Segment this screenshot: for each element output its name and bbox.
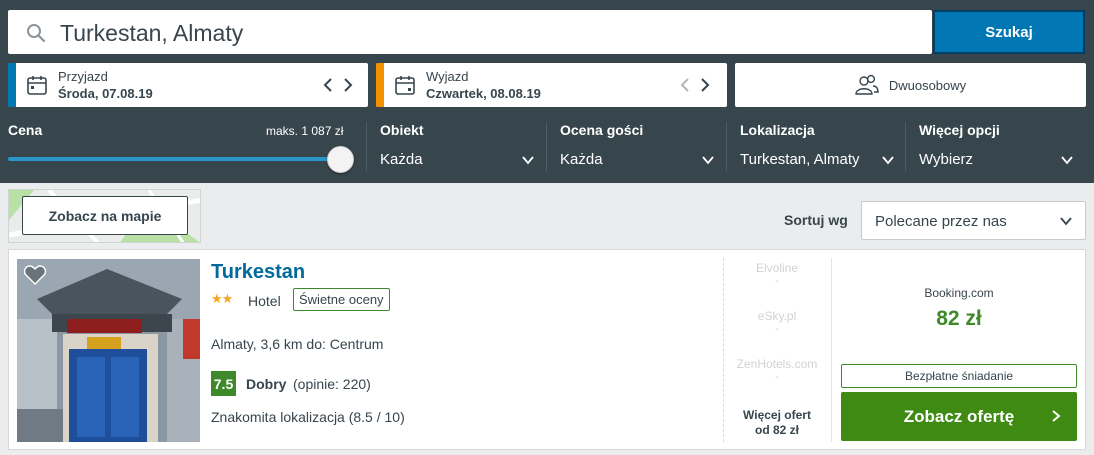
search-input[interactable]: Turkestan, Almaty <box>8 10 932 54</box>
chevron-down-icon <box>702 156 714 165</box>
chevron-left-icon[interactable] <box>675 75 695 95</box>
chevron-right-icon[interactable] <box>695 75 715 95</box>
location-filter[interactable]: Lokalizacja Turkestan, Almaty <box>740 122 895 168</box>
other-offer-provider: Elvoline <box>755 261 799 275</box>
price-filter-label: Cena <box>8 122 43 138</box>
location-score: Znakomita lokalizacja (8.5 / 10) <box>211 409 405 425</box>
more-offers-line2: od 82 zł <box>754 423 799 437</box>
free-breakfast-badge: Bezpłatne śniadanie <box>841 364 1077 388</box>
deal-price[interactable]: 82 zł <box>831 307 1087 331</box>
checkout-field[interactable]: Wyjazd Czwartek, 08.08.19 <box>376 63 727 107</box>
calendar-icon <box>395 76 415 95</box>
show-on-map-button[interactable]: Zobacz na mapie <box>22 196 188 235</box>
other-offer-item[interactable]: ZenHotels.com - <box>723 354 831 402</box>
more-options-filter[interactable]: Więcej opcji Wybierz <box>919 122 1074 168</box>
view-deal-button[interactable]: Zobacz ofertę <box>841 392 1077 441</box>
more-offers-line1: Więcej ofert <box>743 408 811 422</box>
sort-select[interactable]: Polecane przez nas <box>861 201 1086 240</box>
property-filter-label: Obiekt <box>380 122 424 138</box>
hotel-name-link[interactable]: Turkestan <box>211 261 305 284</box>
more-options-label: Więcej opcji <box>919 122 1000 138</box>
room-type-label: Dwuosobowy <box>888 77 967 93</box>
checkout-accent-bar <box>376 63 384 107</box>
hotel-photo[interactable] <box>17 259 200 442</box>
chevron-down-icon <box>882 156 894 165</box>
other-offers-list: Elvoline - eSky.pl - ZenHotels.com - <box>723 258 831 402</box>
star-rating-icon: ★★ <box>211 291 233 306</box>
guest-rating-filter[interactable]: Ocena gości Każda <box>560 122 715 168</box>
chevron-left-icon[interactable] <box>318 75 338 95</box>
checkin-date: Środa, 07.08.19 <box>58 86 153 101</box>
checkin-label: Przyjazd <box>58 69 108 84</box>
guest-rating-filter-label: Ocena gości <box>560 122 644 138</box>
more-options-value: Wybierz <box>919 151 974 168</box>
chevron-right-icon[interactable] <box>338 75 358 95</box>
more-offers-link[interactable]: Więcej ofert od 82 zł <box>723 408 831 438</box>
other-offer-provider: eSky.pl <box>757 309 797 323</box>
price-slider-handle[interactable] <box>327 146 354 173</box>
price-filter: Cena <box>8 122 42 140</box>
sort-label: Sortuj wg <box>784 212 848 228</box>
search-icon <box>27 24 46 43</box>
other-offer-price: - <box>775 371 779 383</box>
view-deal-label: Zobacz ofertę <box>903 406 1015 426</box>
filter-divider <box>366 122 367 172</box>
other-offer-provider: ZenHotels.com <box>736 357 818 371</box>
search-button[interactable]: Szukaj <box>933 10 1085 54</box>
filter-divider <box>726 122 727 172</box>
hotel-building-image <box>17 259 200 442</box>
room-type-selector[interactable]: Dwuosobowy <box>735 63 1086 107</box>
review-score: 7.5 <box>211 371 236 396</box>
rating-word: Dobry <box>246 376 287 392</box>
price-slider-track[interactable] <box>8 157 341 161</box>
heart-icon[interactable] <box>23 264 47 286</box>
hotel-type: Hotel <box>248 293 281 309</box>
chevron-down-icon <box>1060 217 1072 226</box>
sort-value: Polecane przez nas <box>875 213 1007 230</box>
search-value: Turkestan, Almaty <box>60 20 244 46</box>
hotel-result-card: Turkestan ★★ Hotel Świetne oceny Almaty,… <box>8 249 1086 450</box>
hotel-location[interactable]: Almaty, 3,6 km do: Centrum <box>211 336 383 352</box>
property-filter-value: Każda <box>380 151 423 168</box>
checkin-accent-bar <box>8 63 16 107</box>
checkout-label: Wyjazd <box>426 69 469 84</box>
search-panel: Turkestan, Almaty Szukaj Przyjazd Środa,… <box>0 0 1094 183</box>
chevron-down-icon <box>1061 156 1073 165</box>
filter-divider <box>546 122 547 172</box>
property-filter[interactable]: Obiekt Każda <box>380 122 535 168</box>
calendar-icon <box>27 76 47 95</box>
location-filter-label: Lokalizacja <box>740 122 815 138</box>
price-max-label: maks. 1 087 zł <box>266 124 344 138</box>
checkout-date: Czwartek, 08.08.19 <box>426 86 541 101</box>
checkin-field[interactable]: Przyjazd Środa, 07.08.19 <box>8 63 368 107</box>
other-offer-price: - <box>775 323 779 335</box>
other-offer-item[interactable]: eSky.pl - <box>723 306 831 354</box>
guest-rating-filter-value: Każda <box>560 151 603 168</box>
deal-provider: Booking.com <box>924 286 994 300</box>
filter-divider <box>905 122 906 172</box>
chevron-down-icon <box>522 156 534 165</box>
other-offer-item[interactable]: Elvoline - <box>723 258 831 306</box>
rating-badge: Świetne oceny <box>293 288 390 311</box>
chevron-right-icon <box>1052 410 1061 422</box>
people-icon <box>855 74 879 95</box>
other-offer-price: - <box>775 275 779 287</box>
review-count[interactable]: (opinie: 220) <box>293 376 371 392</box>
location-filter-value: Turkestan, Almaty <box>740 151 860 168</box>
